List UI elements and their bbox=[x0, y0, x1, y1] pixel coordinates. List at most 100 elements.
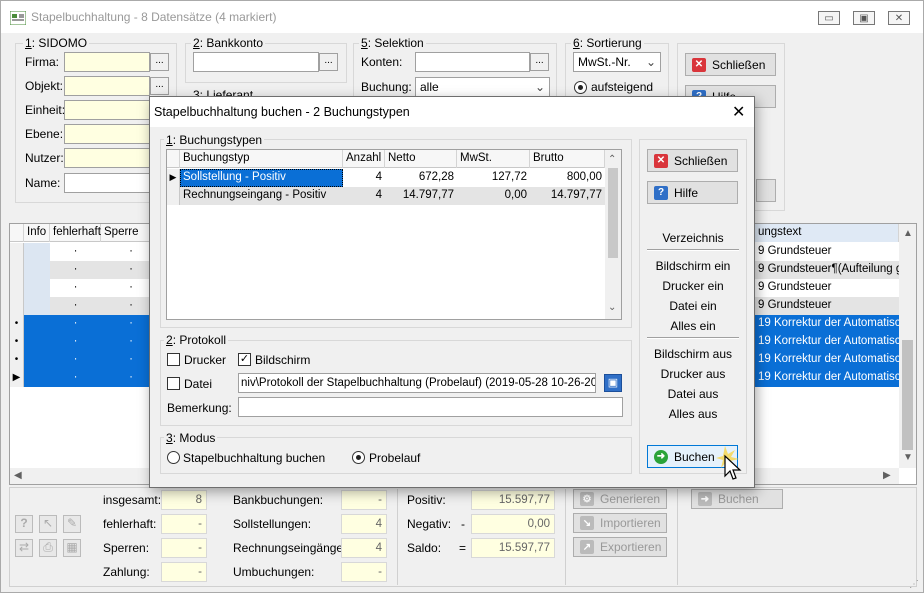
row-marker[interactable]: • bbox=[10, 333, 24, 351]
datei-path-input[interactable]: niv\Protokoll der Stapelbuchhaltung (Pro… bbox=[238, 373, 596, 393]
col-fehlerhaft[interactable]: fehlerhaft bbox=[50, 224, 101, 242]
col-brutto[interactable]: Brutto bbox=[530, 150, 605, 168]
konten-browse-button[interactable]: ... bbox=[530, 53, 549, 71]
datei-checkbox[interactable] bbox=[167, 377, 180, 390]
maximize-button[interactable]: ▣ bbox=[853, 11, 875, 25]
exportieren-button[interactable]: ↗ Exportieren bbox=[573, 537, 667, 557]
fehlerhaft-cell: · bbox=[50, 297, 101, 315]
stapelbuchhaltung-buchen-radio[interactable] bbox=[167, 451, 180, 464]
fehlerhaft-cell: · bbox=[50, 369, 101, 387]
main-grid-vscroll[interactable]: ▲ ▼ bbox=[899, 224, 916, 468]
datei-aus-link[interactable]: Datei aus bbox=[645, 387, 741, 401]
mwst-cell: 127,72 bbox=[457, 169, 530, 187]
info-cell bbox=[24, 333, 50, 351]
col-buchungstext[interactable]: ungstext bbox=[755, 224, 899, 242]
scroll-up-icon[interactable]: ⌃ bbox=[608, 154, 616, 165]
buchungstext-cell: 9 Grundsteuer¶(Aufteilung gen bbox=[755, 261, 899, 279]
row-marker[interactable] bbox=[10, 261, 24, 279]
objekt-browse-button[interactable]: ... bbox=[150, 77, 169, 95]
scroll-down-icon[interactable]: ⌄ bbox=[608, 302, 616, 313]
probelauf-radio[interactable] bbox=[352, 451, 365, 464]
sortierung-select[interactable]: MwSt.-Nr. ⌄ bbox=[573, 52, 661, 72]
col-buchungstyp[interactable]: Buchungstyp bbox=[180, 150, 343, 168]
importieren-button[interactable]: ↘ Importieren bbox=[573, 513, 667, 533]
ebene-input[interactable] bbox=[64, 124, 150, 144]
zahlung-value: - bbox=[161, 562, 207, 582]
buchungstypen-vscroll-thumb[interactable] bbox=[608, 168, 618, 258]
row-marker[interactable] bbox=[10, 243, 24, 261]
drucker-aus-link[interactable]: Drucker aus bbox=[645, 367, 741, 381]
einheit-input[interactable] bbox=[64, 100, 150, 120]
buchungstypen-vscroll[interactable]: ⌃ ⌄ bbox=[605, 150, 621, 319]
close-icon: ✕ bbox=[692, 57, 706, 72]
arrow-right-icon: ➜ bbox=[698, 492, 712, 506]
col-anzahl[interactable]: Anzahl bbox=[343, 150, 385, 168]
save-icon[interactable]: ▣ bbox=[604, 374, 622, 392]
umbuchungen-label: Umbuchungen: bbox=[233, 565, 315, 579]
info-cell bbox=[24, 261, 50, 279]
info-cell bbox=[24, 369, 50, 387]
bankkonto-input[interactable] bbox=[193, 52, 319, 72]
window-title: Stapelbuchhaltung - 8 Datensätze (4 mark… bbox=[31, 10, 277, 24]
alles-aus-link[interactable]: Alles aus bbox=[645, 407, 741, 421]
bildschirm-aus-link[interactable]: Bildschirm aus bbox=[645, 347, 741, 361]
buchung-select[interactable]: alle ⌄ bbox=[415, 77, 550, 97]
buchungstext-cell: 9 Grundsteuer bbox=[755, 297, 899, 315]
scroll-up-icon[interactable]: ▲ bbox=[903, 228, 913, 239]
main-close-button[interactable]: ✕ Schließen bbox=[685, 53, 776, 76]
row-marker[interactable]: ▶ bbox=[10, 369, 24, 387]
row-marker[interactable] bbox=[10, 297, 24, 315]
print-icon[interactable]: ⎙ bbox=[39, 539, 57, 557]
table-icon[interactable]: ▦ bbox=[63, 539, 81, 557]
row-marker[interactable]: • bbox=[10, 315, 24, 333]
nutzer-input[interactable] bbox=[64, 148, 150, 168]
dialog-help-button[interactable]: ? Hilfe bbox=[647, 181, 738, 204]
firma-input[interactable] bbox=[64, 52, 150, 72]
row-marker[interactable] bbox=[10, 279, 24, 297]
main-grid-vscroll-thumb[interactable] bbox=[902, 340, 913, 450]
alles-ein-link[interactable]: Alles ein bbox=[645, 319, 741, 333]
sortierung-group-label: 6: Sortierung bbox=[571, 36, 644, 50]
aufsteigend-radio[interactable] bbox=[574, 81, 587, 94]
dialog-buchen-label: Buchen bbox=[674, 449, 715, 464]
objekt-input[interactable] bbox=[64, 76, 150, 96]
bildschirm-checkbox[interactable]: ✓ bbox=[238, 353, 251, 366]
pen-icon[interactable]: ✎ bbox=[63, 515, 81, 533]
pointer-icon[interactable]: ↖ bbox=[39, 515, 57, 533]
scroll-left-icon[interactable]: ◀ bbox=[14, 470, 22, 481]
row-marker[interactable]: • bbox=[10, 351, 24, 369]
col-netto[interactable]: Netto bbox=[385, 150, 457, 168]
bildschirm-ein-link[interactable]: Bildschirm ein bbox=[645, 259, 741, 273]
col-info[interactable]: Info bbox=[24, 224, 50, 242]
generieren-button[interactable]: ⚙ Generieren bbox=[573, 489, 667, 509]
drucker-ein-link[interactable]: Drucker ein bbox=[645, 279, 741, 293]
resize-grip-icon[interactable]: ⋰ bbox=[909, 579, 919, 590]
row-marker[interactable] bbox=[167, 187, 180, 205]
dialog-close-button[interactable]: ✕ Schließen bbox=[647, 149, 738, 172]
fehlerhaft-cell: · bbox=[50, 243, 101, 261]
bankkonto-browse-button[interactable]: ... bbox=[319, 53, 338, 71]
close-window-button[interactable]: ✕ bbox=[888, 11, 910, 25]
fehlerhaft-cell: · bbox=[50, 333, 101, 351]
chevron-down-icon: ⌄ bbox=[534, 80, 545, 94]
insgesamt-value: 8 bbox=[161, 490, 207, 510]
datei-ein-link[interactable]: Datei ein bbox=[645, 299, 741, 313]
main-buchen-button[interactable]: ➜ Buchen bbox=[691, 489, 783, 509]
firma-browse-button[interactable]: ... bbox=[150, 53, 169, 71]
table-row[interactable]: ▶ Sollstellung - Positiv 4 672,28 127,72 800,… bbox=[167, 169, 605, 187]
scroll-right-icon[interactable]: ▶ bbox=[883, 470, 891, 481]
bemerkung-input[interactable] bbox=[238, 397, 623, 417]
konten-input[interactable] bbox=[415, 52, 530, 72]
help-icon[interactable]: ? bbox=[15, 515, 33, 533]
drucker-checkbox[interactable] bbox=[167, 353, 180, 366]
title-bar: Stapelbuchhaltung - 8 Datensätze (4 mark… bbox=[1, 1, 923, 33]
minimize-button[interactable]: ▭ bbox=[818, 11, 840, 25]
table-row[interactable]: Rechnungseingang - Positiv 4 14.797,77 0,00… bbox=[167, 187, 605, 205]
dialog-close-icon[interactable]: ✕ bbox=[732, 102, 745, 122]
objekt-label: Objekt: bbox=[25, 79, 64, 93]
col-mwst[interactable]: MwSt. bbox=[457, 150, 530, 168]
main-hidden-button[interactable] bbox=[756, 179, 776, 202]
row-marker[interactable]: ▶ bbox=[167, 169, 180, 187]
transfer-icon[interactable]: ⇄ bbox=[15, 539, 33, 557]
scroll-down-icon[interactable]: ▼ bbox=[903, 452, 913, 463]
